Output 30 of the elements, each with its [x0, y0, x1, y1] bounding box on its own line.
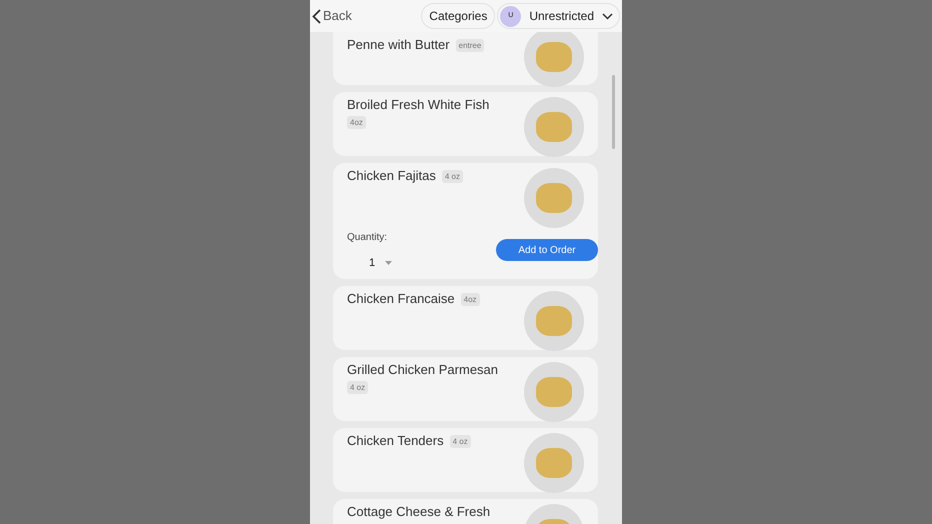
- portion-tag: 4oz: [460, 292, 480, 306]
- back-button[interactable]: Back: [312, 6, 352, 26]
- menu-item-card[interactable]: Penne with Butter entree: [333, 32, 598, 85]
- menu-item-card[interactable]: Broiled Fresh White Fish 4oz: [333, 92, 598, 156]
- portion-tag: 4 oz: [442, 170, 463, 182]
- dish-name: Broiled Fresh White Fish: [347, 96, 490, 114]
- menu-item-card[interactable]: Cottage Cheese & Fresh: [333, 499, 598, 524]
- quantity-select[interactable]: 1: [347, 257, 392, 269]
- portion-tag: 4 oz: [347, 381, 368, 394]
- chevron-down-icon: [602, 12, 613, 20]
- dish-name: Cottage Cheese & Fresh: [347, 503, 490, 521]
- add-to-order-button[interactable]: Add to Order: [496, 239, 598, 261]
- portion-tag: 4 oz: [450, 434, 471, 448]
- dish-name: Chicken Francaise: [347, 290, 455, 308]
- menu-item-card[interactable]: Chicken Tenders 4 oz: [333, 428, 598, 492]
- dish-name: Chicken Fajitas: [347, 167, 436, 185]
- dish-name: Grilled Chicken Parmesan: [347, 361, 498, 379]
- caret-icon: [385, 261, 392, 265]
- photo-placeholder: [524, 32, 584, 87]
- categories-button[interactable]: Categories: [421, 3, 496, 29]
- dish-name: Chicken Tenders: [347, 432, 444, 450]
- menu-item-card[interactable]: Grilled Chicken Parmesan 4 oz: [333, 357, 598, 421]
- menu-item-card[interactable]: Chicken Fajitas 4 oz Quantity: 1 Add to Order: [333, 163, 598, 279]
- quantity-label: Quantity:: [347, 231, 388, 245]
- menu-item-card[interactable]: Chicken Francaise 4oz: [333, 286, 598, 350]
- scrollbar-thumb[interactable]: [612, 75, 615, 149]
- chevron-left-icon: [312, 8, 321, 24]
- portion-tag: 4oz: [347, 116, 366, 129]
- dish-name: Penne with Butter: [347, 36, 450, 54]
- portion-tag: entree: [456, 38, 484, 52]
